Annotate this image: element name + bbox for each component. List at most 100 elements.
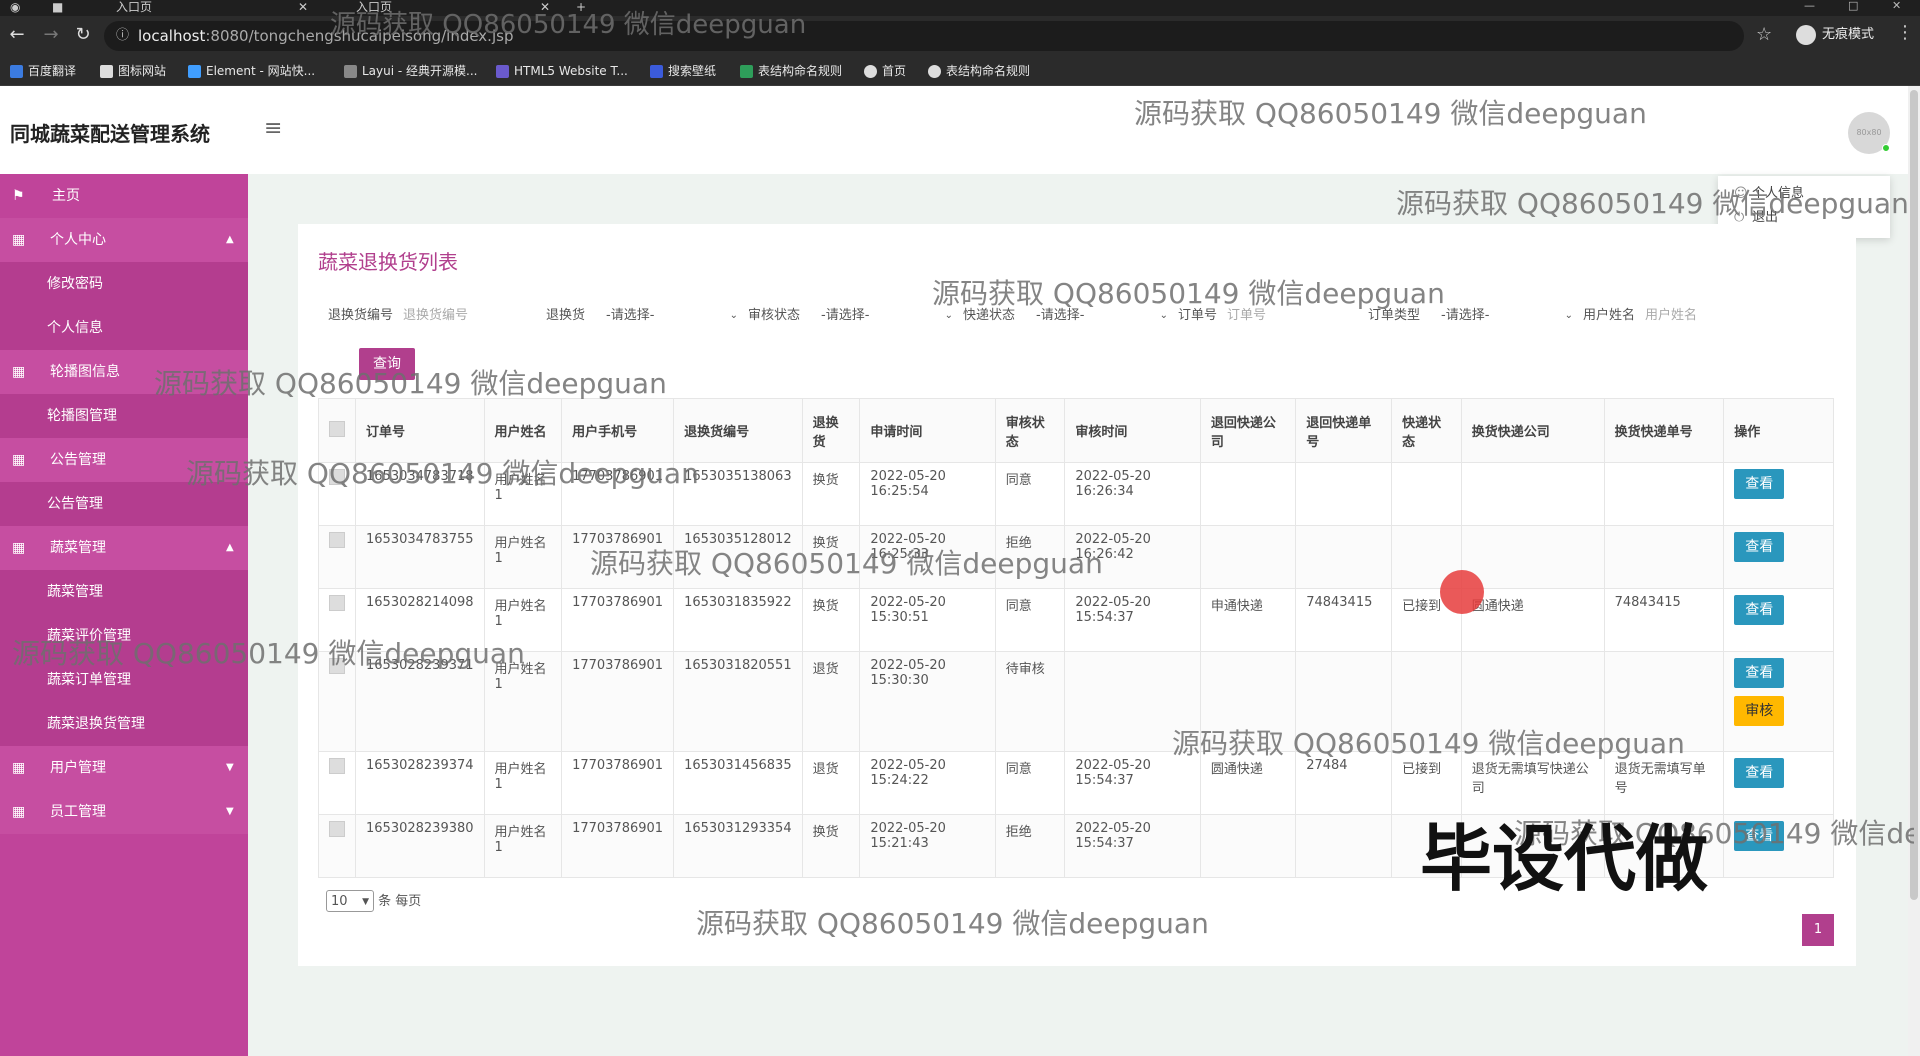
sidebar: ⚑ 主页 ▦ 个人中心 ▲ 修改密码 个人信息 ▦ 轮播图信息 轮播图管理 ▦ 公告管理 … xyxy=(0,174,248,1056)
view-button[interactable]: 查看 xyxy=(1734,469,1785,499)
sidebar-item-home[interactable]: ⚑ 主页 xyxy=(0,174,248,218)
cell-actions: 查看 审核 xyxy=(1723,651,1834,752)
col-header[interactable]: 申请时间 xyxy=(859,398,996,463)
col-header[interactable]: 换货快递单号 xyxy=(1603,398,1725,463)
col-header[interactable]: 审核状态 xyxy=(994,398,1066,463)
cell-username: 用户姓名1 xyxy=(483,814,563,878)
col-header[interactable]: 审核时间 xyxy=(1064,398,1201,463)
view-button[interactable]: 查看 xyxy=(1734,758,1785,788)
username-input[interactable]: 用户姓名 xyxy=(1645,308,1697,323)
cell-audit-status: 同意 xyxy=(994,588,1066,652)
cell-apply-time: 2022-05-20 15:21:43 xyxy=(859,814,996,878)
sidebar-item-vegetable-returns[interactable]: 蔬菜退换货管理 xyxy=(0,702,248,746)
bookmark-item[interactable]: Element - 网站快... xyxy=(188,62,315,80)
cell-exchange-no: 1653031820551 xyxy=(673,651,803,752)
col-header[interactable]: 退换货 xyxy=(801,398,861,463)
bookmark-item[interactable]: Layui - 经典开源模... xyxy=(344,62,477,80)
col-header[interactable]: 快递状态 xyxy=(1391,398,1462,463)
bookmark-item[interactable]: 图标网站 xyxy=(100,62,166,80)
bookmark-star-icon[interactable]: ☆ xyxy=(1756,24,1772,45)
cell-audit-time: 2022-05-20 15:54:37 xyxy=(1064,814,1201,878)
sidebar-item-label: 修改密码 xyxy=(47,276,103,292)
menu-toggle-icon[interactable]: ≡ xyxy=(264,116,282,141)
flag-icon xyxy=(100,65,113,78)
view-button[interactable]: 查看 xyxy=(1734,658,1785,688)
chevron-down-icon: ⌄ xyxy=(1564,310,1573,321)
exchange-no-input[interactable]: 退换货编号 xyxy=(403,308,468,323)
sidebar-item-label: 轮播图信息 xyxy=(50,364,120,380)
row-checkbox[interactable] xyxy=(329,821,345,837)
view-button[interactable]: 查看 xyxy=(1734,595,1785,625)
cell-phone: 17703786901 xyxy=(561,588,675,652)
back-icon[interactable]: ← xyxy=(6,24,28,46)
page-scrollbar[interactable] xyxy=(1908,86,1920,1056)
cell-return-company: 申通快递 xyxy=(1199,588,1297,652)
view-button[interactable]: 查看 xyxy=(1734,532,1785,562)
row-select-cell xyxy=(318,751,356,815)
browser-tab[interactable]: 入口页 xyxy=(94,0,152,16)
flag-icon: ⚑ xyxy=(12,188,25,204)
tab-icon[interactable]: ■ xyxy=(52,0,72,16)
sidebar-item-vegetable[interactable]: ▦ 蔬菜管理 ▲ xyxy=(0,526,248,570)
filter-exchange-no[interactable]: 退换货编号 退换货编号 xyxy=(328,304,468,328)
bookmark-item[interactable]: 首页 xyxy=(864,62,906,80)
grid-icon: ▦ xyxy=(12,540,26,556)
bookmark-item[interactable]: 表结构命名规则 xyxy=(928,62,1030,80)
close-window-icon[interactable]: ✕ xyxy=(1892,0,1901,12)
cell-exchange-express-no: 74843415 xyxy=(1603,588,1725,652)
incognito-icon xyxy=(1796,25,1816,45)
reload-icon[interactable]: ↻ xyxy=(72,24,94,46)
html5-icon xyxy=(496,65,509,78)
sidebar-item-vegetable-manage[interactable]: 蔬菜管理 xyxy=(0,570,248,614)
select-all-checkbox[interactable] xyxy=(329,420,345,437)
scrollbar-thumb[interactable] xyxy=(1910,90,1918,900)
col-header[interactable]: 退回快递公司 xyxy=(1199,398,1297,463)
browser-menu-icon[interactable]: ⋮ xyxy=(1896,22,1914,43)
bookmark-item[interactable]: 百度翻译 xyxy=(10,62,76,80)
order-type-select[interactable]: -请选择- ⌄ xyxy=(1441,304,1573,328)
row-checkbox[interactable] xyxy=(329,532,345,548)
page-size-control: 10 ▼ 条 每页 xyxy=(326,890,421,912)
cell-return-company xyxy=(1199,525,1297,589)
grid-icon: ▦ xyxy=(12,232,26,248)
maximize-icon[interactable]: □ xyxy=(1848,0,1858,12)
sidebar-item-change-password[interactable]: 修改密码 xyxy=(0,262,248,306)
bookmark-item[interactable]: HTML5 Website T... xyxy=(496,62,628,80)
chevron-down-icon: ▼ xyxy=(362,897,369,907)
sidebar-item-personal-center[interactable]: ▦ 个人中心 ▲ xyxy=(0,218,248,262)
sidebar-item-staff[interactable]: ▦ 员工管理 ▼ xyxy=(0,790,248,834)
tab-close-icon[interactable]: ✕ xyxy=(298,0,308,14)
bookmark-item[interactable]: 表结构命名规则 xyxy=(740,62,842,80)
cell-return-no xyxy=(1295,814,1393,878)
bookmark-item[interactable]: 搜索壁纸 xyxy=(650,62,716,80)
col-header[interactable]: 换货快递公司 xyxy=(1460,398,1605,463)
address-bar-row: ← → ↻ ⓘ localhost:8080/tongchengshucaipe… xyxy=(0,16,1920,56)
row-checkbox[interactable] xyxy=(329,758,345,774)
type-select[interactable]: -请选择- ⌄ xyxy=(606,304,738,328)
browser-tab-strip: ◉ ■ 入口页 ✕ 入口页 ✕ + — □ ✕ xyxy=(0,0,1920,16)
cell-username: 用户姓名1 xyxy=(483,751,563,815)
forward-icon[interactable]: → xyxy=(40,24,62,46)
sidebar-item-users[interactable]: ▦ 用户管理 ▼ xyxy=(0,746,248,790)
cell-apply-time: 2022-05-20 15:30:51 xyxy=(859,588,996,652)
incognito-indicator[interactable]: 无痕模式 xyxy=(1796,22,1874,48)
chevron-down-icon: ▼ xyxy=(226,806,234,817)
filter-type-label: 退换货 xyxy=(546,308,586,323)
site-info-icon[interactable]: ⓘ xyxy=(116,21,129,51)
row-checkbox[interactable] xyxy=(329,595,345,611)
watermark: 源码获取 QQ86050149 微信deepguan xyxy=(330,10,807,40)
tab-icon[interactable]: ◉ xyxy=(10,0,30,16)
audit-button[interactable]: 审核 xyxy=(1734,696,1785,726)
filter-label: 用户姓名 xyxy=(1583,308,1636,323)
filter-username[interactable]: 用户姓名 用户姓名 xyxy=(1583,304,1697,328)
watermark: 源码获取 QQ86050149 微信deepguan xyxy=(1172,727,1685,760)
sidebar-item-profile[interactable]: 个人信息 xyxy=(0,306,248,350)
watermark: 源码获取 QQ86050149 微信deepguan xyxy=(932,277,1445,310)
col-header[interactable]: 退回快递单号 xyxy=(1295,398,1393,463)
page-size-select[interactable]: 10 ▼ xyxy=(326,890,374,912)
watermark: 源码获取 QQ86050149 微信deepguan xyxy=(186,457,699,490)
page-number-button[interactable]: 1 xyxy=(1802,914,1834,946)
cell-return-no: 74843415 xyxy=(1295,588,1393,652)
row-select-cell xyxy=(318,525,356,589)
minimize-icon[interactable]: — xyxy=(1804,0,1815,12)
